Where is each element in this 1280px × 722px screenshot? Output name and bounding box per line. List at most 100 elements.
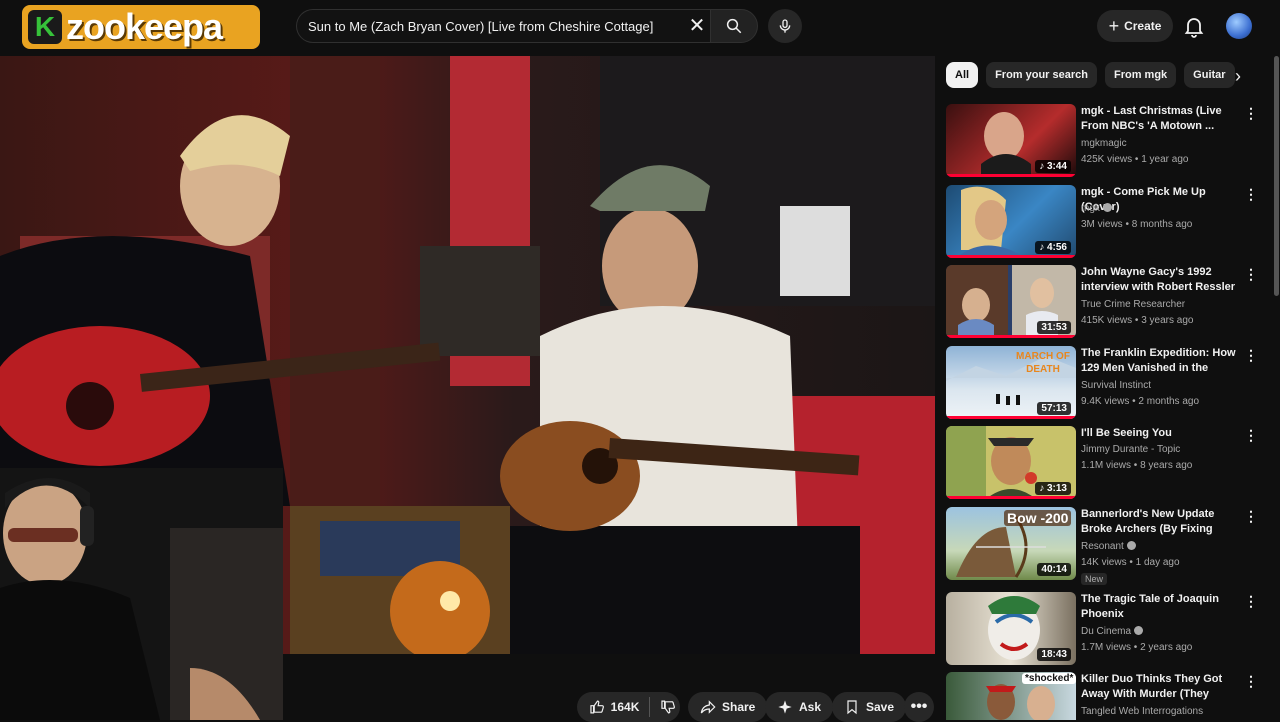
microphone-icon [779,19,791,33]
video-title[interactable]: Killer Duo Thinks They Got Away With Mur… [1081,672,1241,704]
ask-button[interactable]: Ask [765,692,834,722]
recommendation-item[interactable]: Bow -200 40:14 Bannerlord's New Update B… [946,507,1266,585]
channel-name[interactable]: Survival Instinct [1081,380,1151,391]
create-button[interactable]: + Create [1097,10,1173,42]
like-dislike-group: 164K [577,692,680,722]
channel-logo[interactable]: K zookeepa [22,5,260,49]
webcam-frame [0,468,283,720]
logo-k-icon: K [28,10,62,44]
more-vert-icon[interactable]: ⋮ [1244,674,1258,690]
recommendation-item[interactable]: ♪ 3:13 I'll Be Seeing You Jimmy Durante … [946,426,1266,502]
video-thumbnail[interactable]: ♪ 3:13 [946,426,1076,499]
video-title[interactable]: John Wayne Gacy's 1992 interview with Ro… [1081,265,1241,295]
video-title[interactable]: The Tragic Tale of Joaquin Phoenix [1081,592,1241,622]
video-thumbnail[interactable]: Bow -200 40:14 [946,507,1076,580]
channel-name[interactable]: Du Cinema [1081,626,1144,637]
channel-name-text: Du Cinema [1081,626,1132,637]
search-icon [726,18,742,34]
duration-badge: 57:13 [1037,402,1071,415]
duration-badge: ♪ 3:44 [1035,160,1071,173]
watch-progress [946,255,1076,258]
search-input[interactable]: Sun to Me (Zach Bryan Cover) [Live from … [296,9,714,43]
channel-name[interactable]: Resonant [1081,541,1136,552]
channel-name-text: Resonant [1081,541,1124,552]
video-meta: 9.4K views • 2 months ago [1081,396,1200,407]
sidebar-scrollbar[interactable] [1274,56,1279,296]
channel-name-text: mgk [1081,203,1100,214]
like-button[interactable]: 164K [577,692,680,722]
recommendation-item[interactable]: 31:53 John Wayne Gacy's 1992 interview w… [946,265,1266,341]
filter-chips: All From your search From mgk Guitar [946,62,1252,90]
channel-name[interactable]: True Crime Researcher [1081,299,1185,310]
channel-name[interactable]: Tangled Web Interrogations [1081,706,1203,717]
thumbs-down-icon[interactable] [660,699,676,715]
more-vert-icon[interactable]: ⋮ [1244,509,1258,525]
chip-from-your-search[interactable]: From your search [986,62,1097,88]
video-title[interactable]: mgk - Last Christmas (Live From NBC's 'A… [1081,104,1241,134]
video-meta: 3M views • 8 months ago [1081,219,1193,230]
duration-badge: 31:53 [1037,321,1071,334]
chevron-right-icon[interactable]: › [1228,66,1248,88]
recommendation-item[interactable]: *shocked* Killer Duo Thinks They Got Awa… [946,672,1266,720]
more-actions-button[interactable]: ••• [904,692,934,722]
recommendation-item[interactable]: MARCH OF DEATH 57:13 The Franklin Expedi… [946,346,1266,422]
streamer-webcam [0,468,283,720]
video-title[interactable]: Bannerlord's New Update Broke Archers (B… [1081,507,1241,539]
recommendation-item[interactable]: ♪ 3:44 mgk - Last Christmas (Live From N… [946,104,1266,180]
share-button[interactable]: Share [688,692,768,722]
duration-badge: 18:43 [1037,648,1071,661]
plus-icon: + [1108,15,1120,36]
video-thumbnail[interactable]: ♪ 4:56 [946,185,1076,258]
duration-badge: ♪ 4:56 [1035,241,1071,254]
more-vert-icon[interactable]: ⋮ [1244,348,1258,364]
channel-name[interactable]: mgkmagic [1081,138,1127,149]
video-thumbnail[interactable]: 31:53 [946,265,1076,338]
video-meta: 1.1M views • 8 years ago [1081,460,1193,471]
more-vert-icon[interactable]: ⋮ [1244,594,1258,610]
save-button[interactable]: Save [832,692,907,722]
duration-badge: ♪ 3:13 [1035,482,1071,495]
video-meta: 14K views • 1 day ago [1081,557,1180,568]
like-count: 164K [610,700,640,714]
share-label: Share [722,700,756,714]
duration-badge: 40:14 [1037,563,1071,576]
video-thumbnail[interactable]: *shocked* [946,672,1076,720]
voice-search-button[interactable] [768,9,802,43]
video-title[interactable]: The Franklin Expedition: How 129 Men Van… [1081,346,1241,378]
recommendation-item[interactable]: 18:43 The Tragic Tale of Joaquin Phoenix… [946,592,1266,668]
share-group: Share [688,692,768,722]
video-thumbnail[interactable]: MARCH OF DEATH 57:13 [946,346,1076,419]
new-badge: New [1081,573,1108,585]
more-vert-icon[interactable]: ⋮ [1244,428,1258,444]
more-horizontal-icon: ••• [910,698,928,715]
search-button[interactable] [710,9,758,43]
chip-from-mgk[interactable]: From mgk [1104,62,1177,88]
more-vert-icon[interactable]: ⋮ [1244,106,1258,122]
watch-progress [946,174,1076,177]
thumbnail-caption: MARCH OF DEATH [1016,351,1070,375]
more-vert-icon[interactable]: ⋮ [1244,187,1258,203]
chip-all[interactable]: All [946,62,979,88]
video-thumbnail[interactable]: 18:43 [946,592,1076,665]
recommendation-item[interactable]: ♪ 4:56 mgk - Come Pick Me Up (Cover) mgk… [946,185,1266,261]
video-thumbnail[interactable]: ♪ 3:44 [946,104,1076,177]
share-arrow-icon [700,700,716,714]
video-meta: 1.7M views • 2 years ago [1081,642,1193,653]
more-group: ••• [904,692,934,722]
more-vert-icon[interactable]: ⋮ [1244,267,1258,283]
sparkle-icon [778,700,792,714]
save-group: Save [832,692,907,722]
video-meta: 415K views • 3 years ago [1081,315,1194,326]
verified-icon [1134,626,1144,635]
video-title[interactable]: I'll Be Seeing You [1081,426,1241,441]
verified-icon [1126,541,1136,550]
watch-progress [946,416,1076,419]
channel-name[interactable]: Jimmy Durante - Topic [1081,444,1180,455]
notifications-bell-icon[interactable] [1182,14,1206,38]
clear-search-icon[interactable]: ✕ [684,13,710,39]
thumbnail-caption: *shocked* [1022,673,1076,684]
logo-text: zookeepa [66,6,223,47]
channel-name[interactable]: mgk [1081,203,1112,214]
verified-icon [1102,203,1112,212]
account-avatar[interactable] [1226,13,1252,39]
